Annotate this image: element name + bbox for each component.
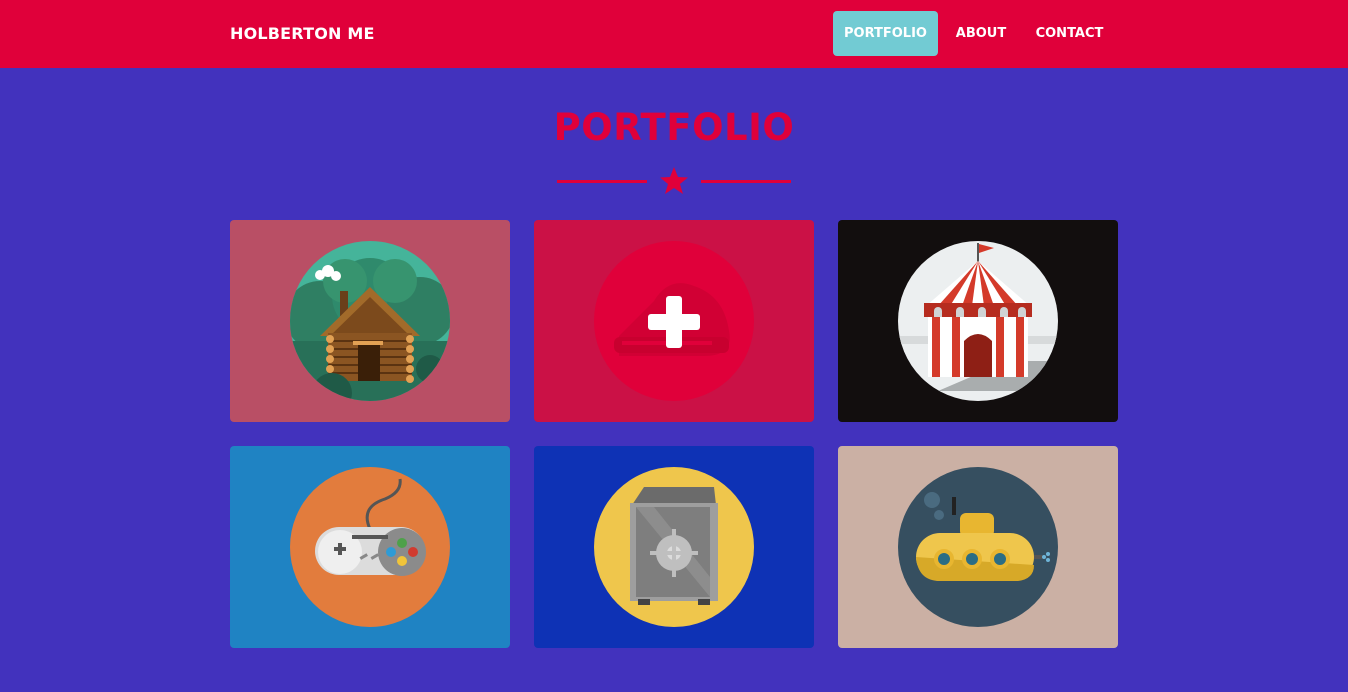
divider-line-right <box>701 180 791 183</box>
portfolio-item-cabin[interactable] <box>230 220 510 422</box>
nav-link-about[interactable]: ABOUT <box>945 11 1017 56</box>
nav-link-portfolio[interactable]: PORTFOLIO <box>833 11 938 56</box>
nav-link-contact[interactable]: CONTACT <box>1025 11 1114 56</box>
cake-icon <box>594 241 754 401</box>
page-title: PORTFOLIO <box>553 106 795 149</box>
cabin-icon <box>290 241 450 401</box>
brand-logo[interactable]: HOLBERTON ME <box>230 0 375 68</box>
portfolio-item-cake[interactable] <box>534 220 814 422</box>
divider-line-left <box>557 180 647 183</box>
circus-tent-icon <box>898 241 1058 401</box>
portfolio-item-submarine[interactable] <box>838 446 1118 648</box>
portfolio-item-safe[interactable] <box>534 446 814 648</box>
portfolio-item-controller[interactable] <box>230 446 510 648</box>
game-controller-icon <box>290 467 450 627</box>
submarine-icon <box>898 467 1058 627</box>
portfolio-item-circus[interactable] <box>838 220 1118 422</box>
star-icon <box>660 167 688 194</box>
navbar: HOLBERTON ME PORTFOLIO ABOUT CONTACT <box>0 0 1348 68</box>
safe-icon <box>594 467 754 627</box>
